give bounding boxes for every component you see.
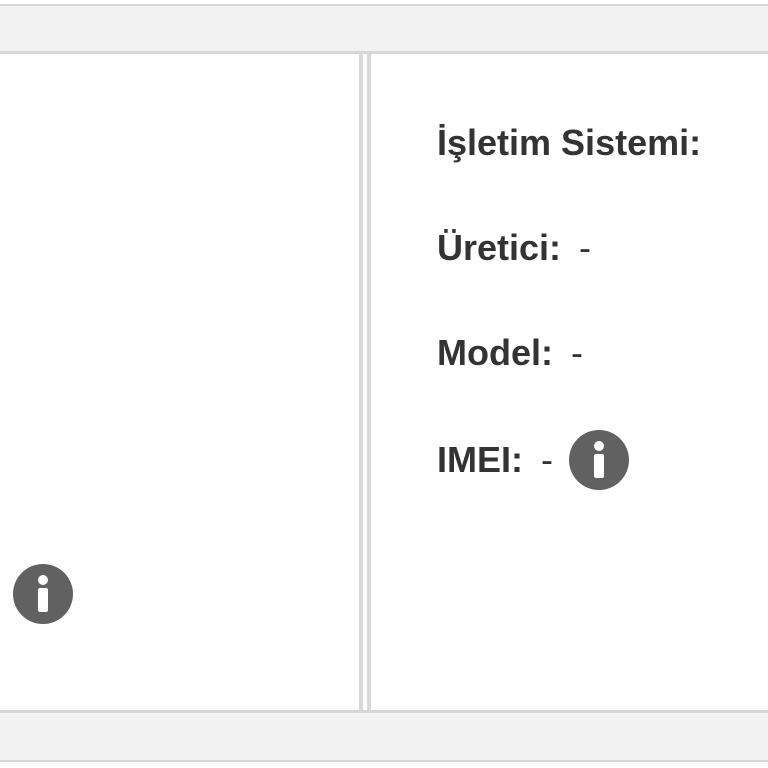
model-label: Model: xyxy=(437,332,553,373)
imei-value: - xyxy=(541,439,553,480)
device-info-panel: İşletim Sistemi: Üretici: - Model: - IME… xyxy=(371,54,768,710)
info-glyph xyxy=(594,441,604,478)
os-label: İşletim Sistemi: xyxy=(437,122,702,163)
left-panel xyxy=(0,54,359,710)
manufacturer-field: Üretici: - xyxy=(437,223,591,273)
imei-info-icon[interactable] xyxy=(569,430,629,490)
manufacturer-label: Üretici: xyxy=(437,227,562,268)
panel-divider xyxy=(359,54,371,710)
info-glyph xyxy=(38,575,48,612)
imei-field: IMEI: - xyxy=(437,430,629,490)
imei-label: IMEI: xyxy=(437,439,523,480)
model-value: - xyxy=(570,332,583,373)
info-icon[interactable] xyxy=(13,564,73,624)
screen: İşletim Sistemi: Üretici: - Model: - IME… xyxy=(0,0,768,768)
os-field: İşletim Sistemi: xyxy=(437,118,719,168)
manufacturer-value: - xyxy=(579,227,592,268)
top-bar xyxy=(0,4,768,54)
model-field: Model: - xyxy=(437,328,583,378)
bottom-bar xyxy=(0,710,768,762)
